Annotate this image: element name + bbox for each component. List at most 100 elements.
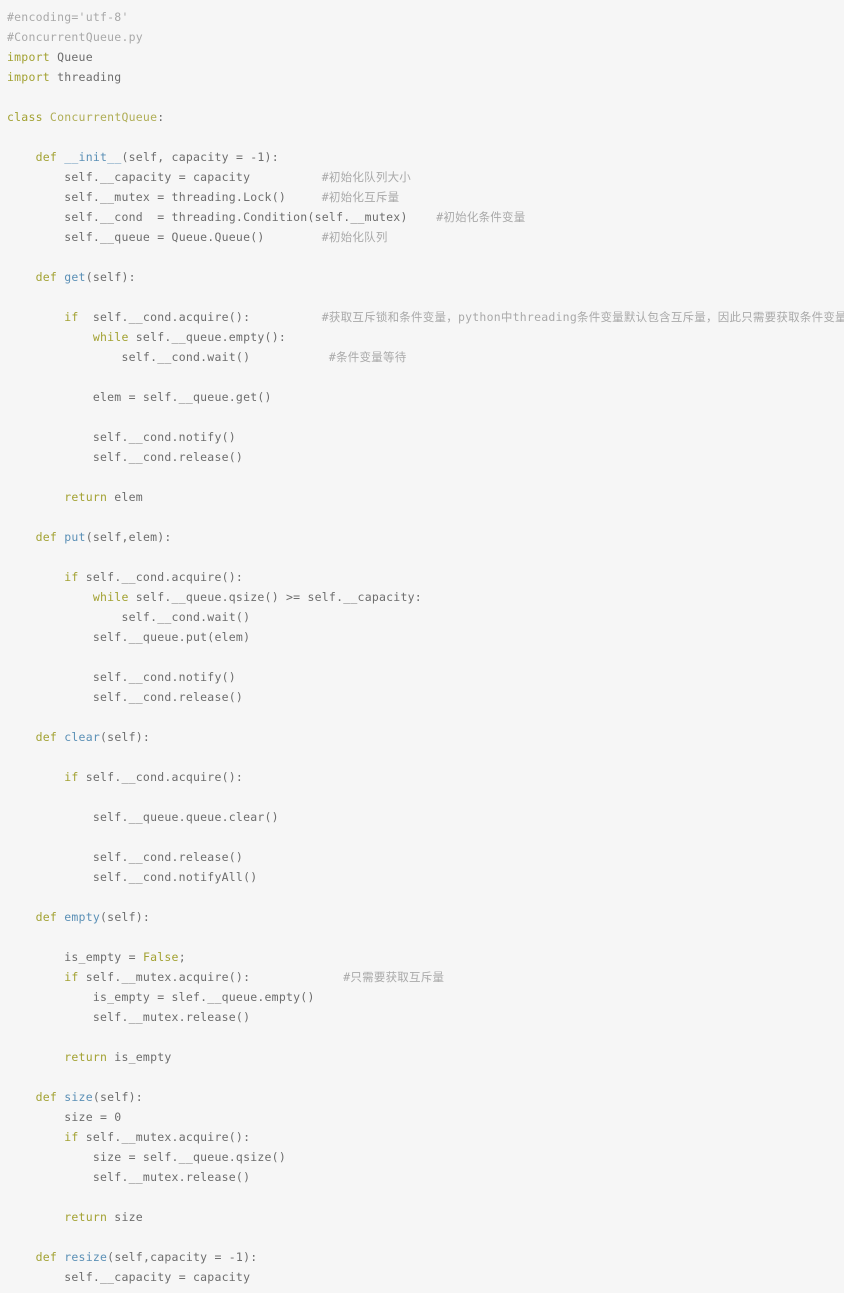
code-token-plain: (self): xyxy=(100,730,151,744)
code-line: self.__cond.wait() #条件变量等待 xyxy=(7,347,844,367)
code-token-plain: self.__cond.notify() xyxy=(92,670,236,684)
code-token-plain: is_empty xyxy=(107,1050,172,1064)
code-line: import Queue xyxy=(7,47,844,67)
code-token-plain: self.__cond.notifyAll() xyxy=(92,870,258,884)
code-line: return is_empty xyxy=(7,1047,844,1067)
code-line: size = 0 xyxy=(7,1107,844,1127)
code-token-keyword: return xyxy=(64,1210,108,1224)
code-token-comment: #初始化队列大小 xyxy=(250,170,412,184)
code-line: import threading xyxy=(7,67,844,87)
code-token-plain: size = 0 xyxy=(64,1110,122,1124)
code-token-keyword: while xyxy=(92,330,129,344)
code-token-keyword: def xyxy=(35,150,58,164)
code-line: elem = self.__queue.get() xyxy=(7,387,844,407)
code-token-plain: elem xyxy=(107,490,143,504)
code-token-plain: elem = self.__queue.get() xyxy=(92,390,272,404)
code-token-plain: self.__cond.notify() xyxy=(92,430,236,444)
code-token-keyword: import xyxy=(7,70,50,84)
code-line: is_empty = slef.__queue.empty() xyxy=(7,987,844,1007)
code-token-plain: self.__mutex.release() xyxy=(92,1170,251,1184)
code-token-keyword: if xyxy=(64,310,79,324)
code-line: self.__queue.queue.clear() xyxy=(7,807,844,827)
code-token-comment: #ConcurrentQueue.py xyxy=(7,30,143,44)
code-line: if self.__mutex.acquire(): xyxy=(7,1127,844,1147)
code-line: self.__queue = Queue.Queue() #初始化队列 xyxy=(7,227,844,247)
code-listing[interactable]: #encoding='utf-8' #ConcurrentQueue.py impo… xyxy=(0,0,844,1287)
code-token-plain: self.__queue.empty(): xyxy=(128,330,287,344)
code-line: class ConcurrentQueue: xyxy=(7,107,844,127)
code-token-keyword: def xyxy=(35,1090,58,1104)
code-line: self.__mutex = threading.Lock() #初始化互斥量 xyxy=(7,187,844,207)
code-token-plain: self.__cond = threading.Condition(self._… xyxy=(64,210,408,224)
code-token-plain: is_empty = slef.__queue.empty() xyxy=(92,990,315,1004)
code-token-keyword: def xyxy=(35,910,58,924)
code-token-plain: size = self.__queue.qsize() xyxy=(92,1150,286,1164)
code-line: if self.__cond.acquire(): xyxy=(7,767,844,787)
code-token-plain: (self): xyxy=(92,1090,143,1104)
code-token-plain: threading xyxy=(49,70,122,84)
code-token-plain: (self,elem): xyxy=(85,530,172,544)
code-token-plain: self.__cond.wait() xyxy=(121,610,251,624)
code-token-keyword: while xyxy=(92,590,129,604)
code-line: def get(self): xyxy=(7,267,844,287)
code-token-comment: #encoding='utf-8' xyxy=(7,10,129,24)
code-token-keyword: def xyxy=(35,1250,58,1264)
code-token-keyword: if xyxy=(64,1130,79,1144)
code-token-func: __init__ xyxy=(57,150,122,164)
code-token-comment: #初始化互斥量 xyxy=(286,190,400,204)
code-line: if self.__cond.acquire(): #获取互斥锁和条件变量，py… xyxy=(7,307,844,327)
code-token-keyword: import xyxy=(7,50,50,64)
code-token-plain: self.__cond.release() xyxy=(92,690,244,704)
code-token-keyword: return xyxy=(64,490,108,504)
code-line: while self.__queue.qsize() >= self.__cap… xyxy=(7,587,844,607)
code-token-plain: self.__queue.queue.clear() xyxy=(92,810,279,824)
code-token-func: put xyxy=(57,530,86,544)
code-token-plain: is_empty = xyxy=(64,950,143,964)
code-token-plain: (self,capacity = -1): xyxy=(107,1250,258,1264)
code-token-plain: (self): xyxy=(100,910,151,924)
code-token-class: ConcurrentQueue xyxy=(42,110,158,124)
code-line: while self.__queue.empty(): xyxy=(7,327,844,347)
code-token-comment: #初始化条件变量 xyxy=(407,210,526,224)
code-token-plain: ; xyxy=(178,950,186,964)
code-token-plain: self.__mutex = threading.Lock() xyxy=(64,190,286,204)
code-line: self.__mutex.release() xyxy=(7,1007,844,1027)
code-token-keyword: class xyxy=(7,110,43,124)
code-line: #ConcurrentQueue.py xyxy=(7,27,844,47)
code-line: return elem xyxy=(7,487,844,507)
